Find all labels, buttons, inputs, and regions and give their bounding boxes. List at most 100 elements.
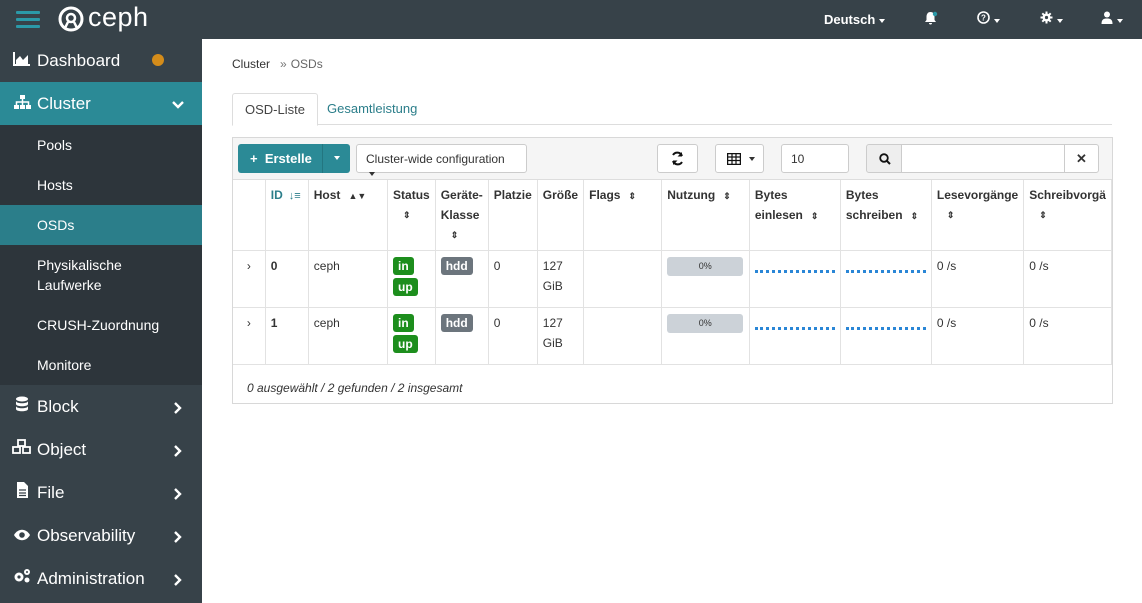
usage-progress-bar: 0% (667, 257, 744, 276)
settings-button[interactable] (1040, 11, 1063, 27)
expand-row-toggle[interactable]: › (233, 307, 266, 365)
column-header-id[interactable]: ID ↓≡ (265, 180, 309, 251)
column-header-read-ops[interactable]: Lesevorgänge ⇕ (931, 180, 1025, 251)
eye-icon (12, 526, 32, 546)
sidebar-item-cluster[interactable]: Cluster (0, 82, 202, 125)
chevron-down-icon (879, 18, 886, 23)
sidebar-item-crush-map[interactable]: CRUSH-Zuordnung (0, 305, 202, 345)
split-divider (322, 144, 323, 173)
menu-toggle-icon[interactable] (16, 8, 40, 30)
osd-size-value: 127 (542, 316, 563, 330)
chevron-down-icon[interactable] (334, 156, 340, 160)
column-label: Flags (589, 188, 621, 202)
chevron-right-icon (172, 399, 184, 419)
notifications-button[interactable] (923, 11, 938, 29)
sort-icon: ⇕ (946, 210, 955, 220)
user-icon (1101, 11, 1113, 24)
chevron-down-icon (369, 171, 375, 176)
column-header-device-class[interactable]: Geräte-Klasse ⇕ (435, 180, 489, 251)
status-badge: in (393, 257, 414, 275)
bytes-read-sparkline (749, 307, 841, 365)
cogs-icon (12, 568, 32, 589)
column-label: Nutzung (667, 188, 716, 202)
table-row[interactable]: › 0 ceph in up hdd 0 127 GiB 0% 0 /s 0 /s (233, 250, 1112, 308)
search-icon (879, 153, 891, 165)
status-badge: up (393, 335, 418, 353)
health-warning-dot (152, 54, 164, 66)
sidebar-item-label: Hosts (37, 177, 73, 193)
cluster-config-dropdown[interactable]: Cluster-wide configuration (356, 144, 527, 176)
bytes-written-sparkline (840, 307, 932, 365)
sidebar-item-label: Physikalische Laufwerke (37, 257, 122, 293)
expand-column-header (233, 180, 266, 251)
column-header-size[interactable]: Größe (537, 180, 585, 251)
chevron-right-icon (172, 442, 184, 462)
refresh-button[interactable] (657, 144, 698, 173)
osd-table-panel: + Erstelle Cluster-wide configuration 10… (232, 137, 1113, 404)
page-size-input[interactable]: 10 (781, 144, 849, 173)
table-header-row: ID ↓≡ Host ▲▼ Status ⇕ Geräte-Klasse ⇕ Platz… (233, 180, 1112, 251)
sidebar-item-hosts[interactable]: Hosts (0, 165, 202, 205)
sidebar-item-pools[interactable]: Pools (0, 125, 202, 165)
expand-row-toggle[interactable]: › (233, 250, 266, 308)
search-input[interactable] (901, 144, 1065, 173)
area-chart-icon (12, 51, 32, 71)
ceph-logo[interactable]: ceph (58, 2, 149, 33)
sidebar-item-physical-disks[interactable]: Physikalische Laufwerke (0, 245, 202, 305)
column-label: Größe (542, 188, 579, 202)
help-button[interactable]: ? (977, 11, 1000, 27)
sidebar-item-observability[interactable]: Observability (0, 514, 202, 557)
cubes-icon (12, 439, 32, 460)
sort-asc-icon: ↓≡ (288, 190, 301, 202)
sidebar-item-osds[interactable]: OSDs (0, 205, 202, 245)
tabs: OSD-Liste Gesamtleistung (232, 93, 1112, 126)
osd-size-unit: GiB (542, 279, 563, 293)
column-label: Host (313, 188, 341, 202)
sidebar-item-object[interactable]: Object (0, 428, 202, 471)
chevron-down-icon (994, 18, 1000, 23)
column-header-host[interactable]: Host ▲▼ (308, 180, 389, 251)
write-ops: 0 /s (1023, 307, 1112, 365)
sort-icon: ⇕ (403, 210, 411, 220)
bytes-read-sparkline (749, 250, 841, 308)
create-button[interactable]: + Erstelle (238, 144, 350, 173)
column-header-bytes-written[interactable]: Bytes schreiben ⇕ (840, 180, 932, 251)
column-label: Status (393, 188, 430, 202)
sidebar-item-label: File (37, 482, 65, 502)
plus-icon: + (250, 151, 258, 166)
osd-flags (583, 250, 663, 308)
sidebar-item-block[interactable]: Block (0, 385, 202, 428)
sidebar-item-file[interactable]: File (0, 471, 202, 514)
column-header-write-ops[interactable]: Schreibvorgä ⇕ (1023, 180, 1112, 251)
device-class-cell: hdd (435, 307, 489, 365)
clear-search-button[interactable]: ✕ (1064, 144, 1099, 173)
column-toggle-button[interactable] (715, 144, 764, 173)
column-label: Bytes einlesen (754, 188, 803, 222)
column-header-flags[interactable]: Flags ⇕ (583, 180, 663, 251)
table-row[interactable]: › 1 ceph in up hdd 0 127 GiB 0% 0 /s 0 /s (233, 307, 1112, 365)
user-menu-button[interactable] (1101, 11, 1123, 27)
sidebar-item-dashboard[interactable]: Dashboard (0, 39, 202, 82)
question-circle-icon: ? (977, 11, 990, 24)
language-selector[interactable]: Deutsch (824, 12, 886, 27)
tab-osd-list[interactable]: OSD-Liste (232, 93, 318, 126)
sidebar-item-label: Object (37, 439, 87, 459)
tab-overall-performance[interactable]: Gesamtleistung (315, 93, 429, 126)
column-label: Platzie (493, 188, 532, 202)
column-header-usage[interactable]: Nutzung ⇕ (661, 180, 750, 251)
column-header-bytes-read[interactable]: Bytes einlesen ⇕ (749, 180, 841, 251)
chevron-down-icon (172, 96, 184, 116)
chevron-down-icon (749, 157, 755, 161)
column-header-pgs[interactable]: Platzie (488, 180, 538, 251)
chevron-down-icon (1057, 18, 1063, 23)
refresh-icon (672, 151, 683, 166)
table-columns-icon (726, 152, 742, 166)
cluster-config-label: Cluster-wide configuration (366, 152, 505, 166)
osd-status-cell: in up (387, 307, 436, 365)
read-ops: 0 /s (931, 250, 1025, 308)
sidebar-item-administration[interactable]: Administration (0, 557, 202, 600)
osd-size-cell: 127 GiB (537, 307, 585, 365)
sidebar-item-monitors[interactable]: Monitore (0, 345, 202, 385)
breadcrumb-parent[interactable]: Cluster (232, 57, 270, 71)
column-header-status[interactable]: Status ⇕ (387, 180, 436, 251)
